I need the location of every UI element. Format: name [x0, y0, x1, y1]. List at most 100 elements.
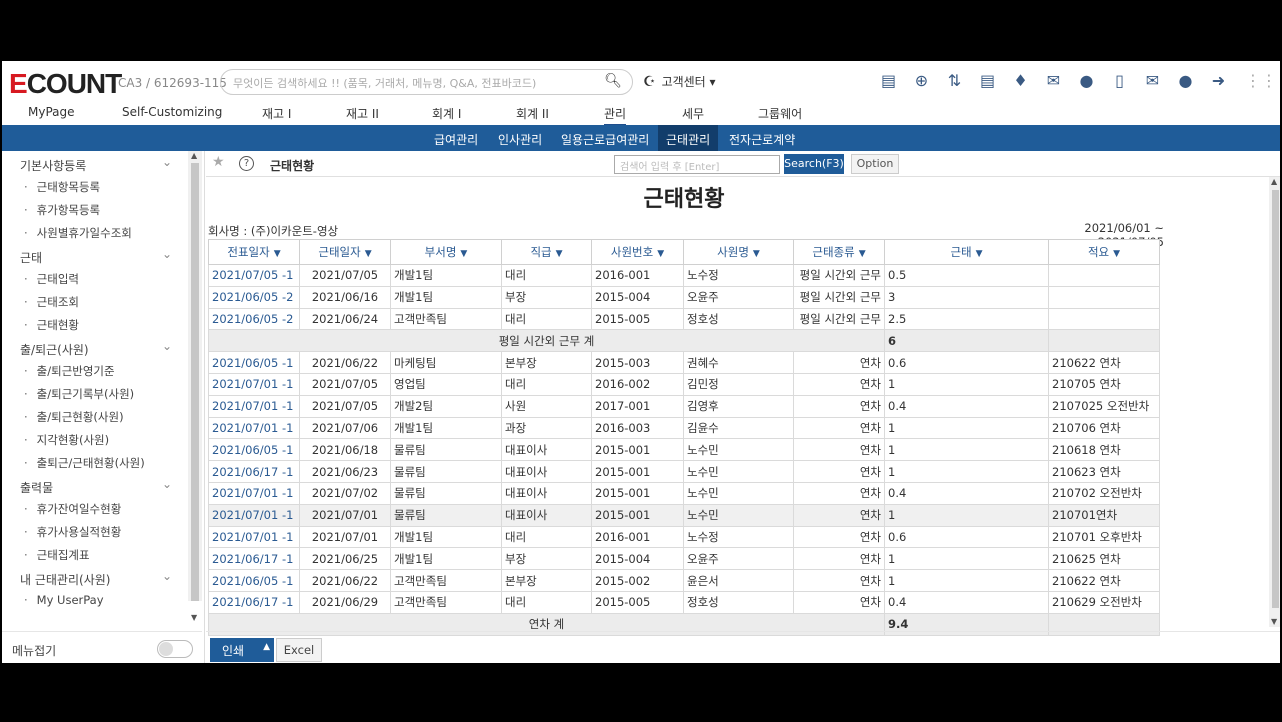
chevron-down-icon[interactable]: ⌄	[162, 569, 172, 583]
slip-date-link[interactable]: 2021/06/05 -2	[208, 285, 300, 309]
sort-icon[interactable]: ▼	[753, 249, 760, 259]
option-button[interactable]: Option	[851, 154, 899, 174]
column-header[interactable]: 직급 ▼	[501, 239, 592, 265]
slip-date-link[interactable]: 2021/07/05 -1	[208, 264, 300, 287]
quick-search-input[interactable]: 검색어 입력 후 [Enter]	[614, 155, 780, 174]
add-window-icon[interactable]: ⊕	[905, 71, 938, 90]
menu-tax[interactable]: 세무	[682, 105, 704, 122]
user-icon[interactable]: ●	[1169, 71, 1202, 90]
menu-accounting-1[interactable]: 회계 I	[432, 105, 461, 122]
column-header[interactable]: 전표일자 ▼	[208, 239, 300, 265]
chevron-down-icon[interactable]: ⌄	[162, 339, 172, 353]
slip-date-link[interactable]: 2021/06/17 -1	[208, 460, 300, 483]
scroll-up-icon[interactable]: ▲	[1271, 177, 1277, 186]
search-icon[interactable]: 🔍︎	[604, 73, 622, 89]
menu-management[interactable]: 관리	[604, 105, 627, 127]
sidebar-section[interactable]: 내 근태관리(사원) ⌄	[2, 565, 188, 588]
help-icon[interactable]: ?	[239, 156, 254, 171]
mobile-icon[interactable]: ▯	[1103, 71, 1136, 90]
column-header[interactable]: 사원명 ▼	[683, 239, 794, 265]
sidebar-item[interactable]: 근태조회	[2, 289, 188, 312]
scroll-up-icon[interactable]: ▲	[191, 151, 197, 160]
excel-button[interactable]: Excel	[276, 638, 322, 662]
slip-date-link[interactable]: 2021/07/01 -1	[208, 503, 300, 527]
sidebar-item[interactable]: 출/퇴근기록부(사원)	[2, 381, 188, 404]
slip-date-link[interactable]: 2021/07/01 -1	[208, 372, 300, 396]
document-icon[interactable]: ▤	[971, 71, 1004, 90]
chevron-down-icon[interactable]: ⌄	[162, 155, 172, 169]
mail-open-icon[interactable]: ✉	[1037, 71, 1070, 90]
slip-date-link[interactable]: 2021/06/17 -1	[208, 547, 300, 571]
sidebar-item[interactable]: 휴가사용실적현황	[2, 519, 188, 542]
submenu-daily-payroll[interactable]: 일용근로급여관리	[561, 131, 649, 148]
menu-self-customizing[interactable]: Self-Customizing	[122, 105, 222, 119]
sidebar-section[interactable]: 근태 ⌄	[2, 243, 188, 266]
sidebar-item[interactable]: My UserPay	[2, 588, 188, 611]
apps-grid-icon[interactable]: ⋮⋮⋮	[1245, 71, 1280, 90]
sidebar-item[interactable]: 근태입력	[2, 266, 188, 289]
submenu-e-contract[interactable]: 전자근로계약	[729, 131, 795, 148]
monitor-icon[interactable]: ▤	[872, 71, 905, 90]
sidebar-item[interactable]: 근태현황	[2, 312, 188, 335]
sort-icon[interactable]: ▼	[976, 249, 983, 259]
column-header[interactable]: 부서명 ▼	[390, 239, 502, 265]
menu-collapse-toggle[interactable]	[157, 640, 193, 658]
sort-icon[interactable]: ▼	[657, 249, 664, 259]
scroll-down-icon[interactable]: ▼	[191, 613, 197, 622]
slip-date-link[interactable]: 2021/07/01 -1	[208, 481, 300, 505]
global-search-input[interactable]: 무엇이든 검색하세요 !! (품목, 거래처, 메뉴명, Q&A, 전표바코드)…	[220, 69, 633, 95]
customer-center-menu[interactable]: ☪ 고객센터 ▾	[643, 73, 716, 90]
menu-inventory-1[interactable]: 재고 I	[262, 105, 291, 122]
sort-icon[interactable]: ▼	[556, 249, 563, 259]
sidebar-item[interactable]: 근태집계표	[2, 542, 188, 565]
ecount-logo[interactable]: ECOUNT	[9, 68, 122, 100]
slip-date-link[interactable]: 2021/06/05 -1	[208, 438, 300, 462]
content-scrollbar[interactable]: ▲ ▼	[1269, 177, 1280, 627]
chevron-down-icon[interactable]: ⌄	[162, 477, 172, 491]
screen-transfer-icon[interactable]: ⇅	[938, 71, 971, 90]
column-header[interactable]: 근태 ▼	[884, 239, 1049, 265]
slip-date-link[interactable]: 2021/07/01 -1	[208, 525, 300, 549]
mail-icon[interactable]: ✉	[1136, 71, 1169, 90]
sidebar-item[interactable]: 지각현황(사원)	[2, 427, 188, 450]
sidebar-section[interactable]: 출/퇴근(사원) ⌄	[2, 335, 188, 358]
menu-mypage[interactable]: MyPage	[28, 105, 75, 119]
sidebar-section[interactable]: 기본사항등록 ⌄	[2, 151, 188, 174]
slip-date-link[interactable]: 2021/06/05 -1	[208, 569, 300, 592]
submenu-payroll[interactable]: 급여관리	[434, 131, 478, 148]
sidebar-scrollbar[interactable]: ▲ ▼	[188, 151, 202, 622]
star-icon[interactable]: ★	[212, 154, 225, 170]
scroll-down-icon[interactable]: ▼	[1271, 617, 1277, 626]
chat-icon[interactable]: ●	[1070, 71, 1103, 90]
sort-icon[interactable]: ▼	[460, 249, 467, 259]
caret-up-icon[interactable]: ▲	[263, 642, 270, 652]
sort-icon[interactable]: ▼	[274, 249, 281, 259]
slip-date-link[interactable]: 2021/07/01 -1	[208, 394, 300, 418]
print-button[interactable]: 인쇄 ▲	[210, 638, 274, 662]
search-button[interactable]: Search(F3)	[784, 154, 844, 174]
sidebar-item[interactable]: 출퇴근/근태현황(사원)	[2, 450, 188, 473]
sidebar-scroll-thumb[interactable]	[191, 163, 199, 601]
slip-date-link[interactable]: 2021/07/01 -1	[208, 416, 300, 440]
chevron-down-icon[interactable]: ⌄	[162, 247, 172, 261]
content-scroll-thumb[interactable]	[1272, 190, 1279, 608]
sort-icon[interactable]: ▼	[859, 249, 866, 259]
sidebar-item[interactable]: 출/퇴근반영기준	[2, 358, 188, 381]
sort-icon[interactable]: ▼	[1113, 249, 1120, 259]
bell-icon[interactable]: ♦	[1004, 71, 1037, 90]
logout-icon[interactable]: ➜	[1202, 71, 1235, 90]
sidebar-item[interactable]: 사원별휴가일수조회	[2, 220, 188, 243]
sidebar-item[interactable]: 근태항목등록	[2, 174, 188, 197]
slip-date-link[interactable]: 2021/06/17 -1	[208, 590, 300, 614]
menu-inventory-2[interactable]: 재고 II	[346, 105, 379, 122]
sort-icon[interactable]: ▼	[365, 249, 372, 259]
sidebar-item[interactable]: 출/퇴근현황(사원)	[2, 404, 188, 427]
column-header[interactable]: 적요 ▼	[1048, 239, 1160, 265]
column-header[interactable]: 사원번호 ▼	[591, 239, 684, 265]
menu-groupware[interactable]: 그룹웨어	[758, 105, 802, 122]
sidebar-item[interactable]: 휴가항목등록	[2, 197, 188, 220]
column-header[interactable]: 근태종류 ▼	[793, 239, 885, 265]
slip-date-link[interactable]: 2021/06/05 -1	[208, 351, 300, 374]
submenu-attendance[interactable]: 근태관리	[658, 125, 719, 151]
column-header[interactable]: 근태일자 ▼	[299, 239, 391, 265]
